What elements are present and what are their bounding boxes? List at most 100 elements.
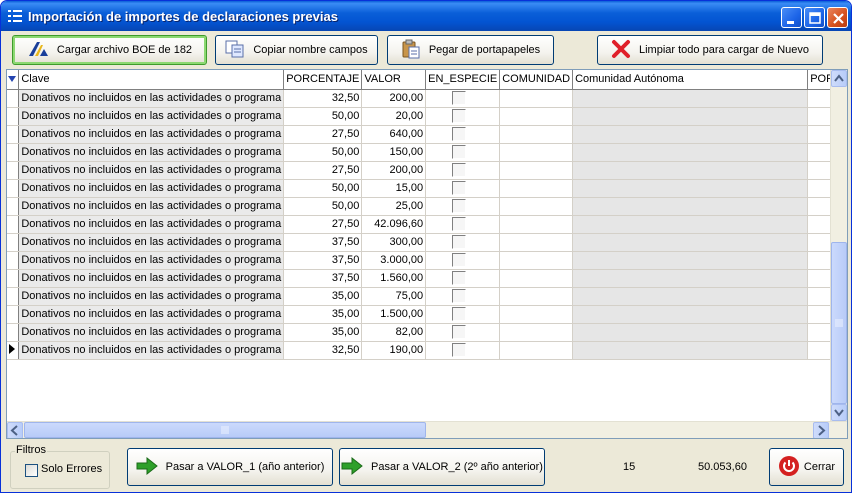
row-selector[interactable]: [7, 179, 20, 198]
row-selector[interactable]: [7, 233, 20, 252]
cell-valor[interactable]: 640,00: [361, 125, 427, 144]
vertical-scrollbar[interactable]: [830, 70, 847, 421]
en-especie-checkbox[interactable]: [452, 288, 467, 303]
col-clave[interactable]: Clave: [18, 70, 285, 90]
header-selector[interactable]: [7, 70, 20, 90]
table-row[interactable]: Donativos no incluidos en las actividade…: [7, 269, 847, 288]
table-row[interactable]: Donativos no incluidos en las actividade…: [7, 161, 847, 180]
col-comunidad[interactable]: COMUNIDAD: [499, 70, 574, 90]
table-row[interactable]: Donativos no incluidos en las actividade…: [7, 89, 847, 108]
close-button[interactable]: Cerrar: [769, 448, 844, 486]
cell-porcentaje[interactable]: 50,00: [283, 143, 363, 162]
cell-comunidad-autonoma[interactable]: [572, 323, 809, 342]
paste-button[interactable]: Pegar de portapapeles: [387, 35, 554, 65]
table-row[interactable]: Donativos no incluidos en las actividade…: [7, 323, 847, 342]
cell-comunidad[interactable]: [499, 197, 574, 216]
cell-comunidad-autonoma[interactable]: [572, 287, 809, 306]
cell-porcentaje[interactable]: 32,50: [283, 89, 363, 108]
col-en-especie[interactable]: EN_ESPECIE: [425, 70, 501, 90]
cell-comunidad-autonoma[interactable]: [572, 215, 809, 234]
close-window-button[interactable]: [827, 7, 848, 28]
cell-comunidad[interactable]: [499, 323, 574, 342]
row-selector[interactable]: [7, 305, 20, 324]
cell-porcentaje[interactable]: 37,50: [283, 251, 363, 270]
row-selector[interactable]: [7, 323, 20, 342]
en-especie-checkbox[interactable]: [452, 90, 467, 105]
clear-all-button[interactable]: Limpiar todo para cargar de Nuevo: [597, 35, 823, 65]
cell-clave[interactable]: Donativos no incluidos en las actividade…: [18, 161, 285, 180]
en-especie-checkbox[interactable]: [452, 162, 467, 177]
cell-en-especie[interactable]: [425, 269, 501, 288]
cell-porcentaje[interactable]: 27,50: [283, 215, 363, 234]
cell-en-especie[interactable]: [425, 287, 501, 306]
cell-clave[interactable]: Donativos no incluidos en las actividade…: [18, 287, 285, 306]
cell-comunidad[interactable]: [499, 89, 574, 108]
cell-en-especie[interactable]: [425, 143, 501, 162]
cell-clave[interactable]: Donativos no incluidos en las actividade…: [18, 197, 285, 216]
cell-valor[interactable]: 150,00: [361, 143, 427, 162]
cell-clave[interactable]: Donativos no incluidos en las actividade…: [18, 305, 285, 324]
row-selector[interactable]: [7, 107, 20, 126]
en-especie-checkbox[interactable]: [452, 252, 467, 267]
cell-porcentaje[interactable]: 37,50: [283, 269, 363, 288]
cell-porcentaje[interactable]: 50,00: [283, 179, 363, 198]
horizontal-scrollbar[interactable]: [7, 421, 847, 438]
scroll-up-button[interactable]: [831, 70, 847, 87]
en-especie-checkbox[interactable]: [452, 180, 467, 195]
cell-comunidad-autonoma[interactable]: [572, 251, 809, 270]
en-especie-checkbox[interactable]: [452, 306, 467, 321]
row-selector[interactable]: [7, 287, 20, 306]
en-especie-checkbox[interactable]: [452, 342, 467, 357]
cell-clave[interactable]: Donativos no incluidos en las actividade…: [18, 143, 285, 162]
scroll-down-button[interactable]: [831, 404, 847, 421]
pass-valor2-button[interactable]: Pasar a VALOR_2 (2º año anterior): [339, 448, 545, 486]
en-especie-checkbox[interactable]: [452, 198, 467, 213]
cell-en-especie[interactable]: [425, 161, 501, 180]
cell-comunidad-autonoma[interactable]: [572, 305, 809, 324]
cell-porcentaje[interactable]: 50,00: [283, 197, 363, 216]
en-especie-checkbox[interactable]: [452, 270, 467, 285]
only-errors-checkbox[interactable]: [25, 464, 38, 477]
title-bar[interactable]: Importación de importes de declaraciones…: [1, 1, 851, 31]
cell-en-especie[interactable]: [425, 305, 501, 324]
cell-comunidad-autonoma[interactable]: [572, 89, 809, 108]
cell-en-especie[interactable]: [425, 107, 501, 126]
cell-porcentaje[interactable]: 37,50: [283, 233, 363, 252]
cell-valor[interactable]: 25,00: [361, 197, 427, 216]
cell-porcentaje[interactable]: 50,00: [283, 107, 363, 126]
cell-comunidad[interactable]: [499, 125, 574, 144]
row-selector[interactable]: [7, 143, 20, 162]
cell-en-especie[interactable]: [425, 125, 501, 144]
cell-comunidad-autonoma[interactable]: [572, 269, 809, 288]
cell-comunidad-autonoma[interactable]: [572, 341, 809, 360]
table-row[interactable]: Donativos no incluidos en las actividade…: [7, 341, 847, 360]
cell-valor[interactable]: 190,00: [361, 341, 427, 360]
cell-valor[interactable]: 200,00: [361, 89, 427, 108]
scroll-left-button[interactable]: [7, 422, 23, 438]
cell-comunidad-autonoma[interactable]: [572, 233, 809, 252]
table-row[interactable]: Donativos no incluidos en las actividade…: [7, 233, 847, 252]
cell-porcentaje[interactable]: 35,00: [283, 323, 363, 342]
maximize-button[interactable]: [804, 7, 825, 28]
cell-clave[interactable]: Donativos no incluidos en las actividade…: [18, 179, 285, 198]
cell-comunidad[interactable]: [499, 107, 574, 126]
copy-fields-button[interactable]: Copiar nombre campos: [215, 35, 378, 65]
cell-en-especie[interactable]: [425, 233, 501, 252]
cell-clave[interactable]: Donativos no incluidos en las actividade…: [18, 269, 285, 288]
only-errors-label[interactable]: Solo Errores: [41, 463, 102, 475]
cell-valor[interactable]: 3.000,00: [361, 251, 427, 270]
cell-clave[interactable]: Donativos no incluidos en las actividade…: [18, 215, 285, 234]
cell-en-especie[interactable]: [425, 179, 501, 198]
row-selector[interactable]: [7, 197, 20, 216]
cell-valor[interactable]: 300,00: [361, 233, 427, 252]
cell-valor[interactable]: 1.500,00: [361, 305, 427, 324]
col-valor[interactable]: VALOR: [361, 70, 427, 90]
cell-valor[interactable]: 20,00: [361, 107, 427, 126]
cell-porcentaje[interactable]: 32,50: [283, 341, 363, 360]
en-especie-checkbox[interactable]: [452, 216, 467, 231]
cell-clave[interactable]: Donativos no incluidos en las actividade…: [18, 323, 285, 342]
en-especie-checkbox[interactable]: [452, 126, 467, 141]
data-grid[interactable]: Clave PORCENTAJE VALOR EN_ESPECIE COMUNI…: [6, 69, 848, 439]
cell-porcentaje[interactable]: 35,00: [283, 287, 363, 306]
cell-en-especie[interactable]: [425, 323, 501, 342]
